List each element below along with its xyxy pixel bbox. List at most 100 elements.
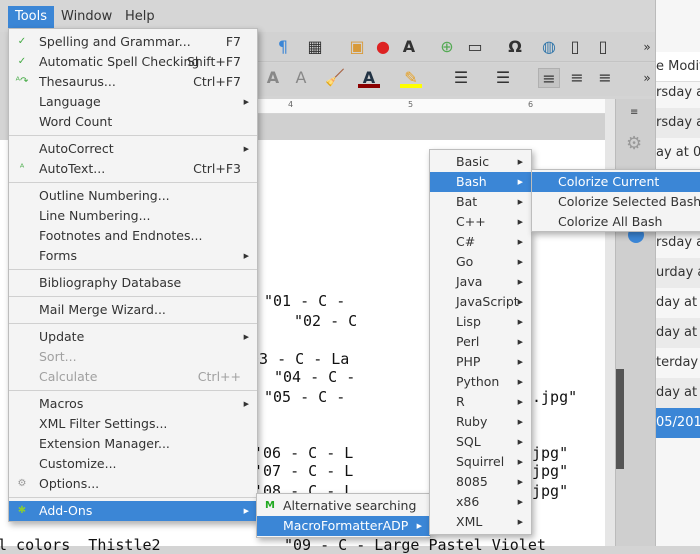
menu-item-macros[interactable]: Macros ▶ [9,394,257,414]
menu-item-extension-manager[interactable]: Extension Manager... [9,434,257,454]
menu-item-ruby[interactable]: Ruby ▶ [430,412,531,432]
special-character-icon[interactable]: Ω [504,37,526,57]
menu-item-options[interactable]: ⚙ Options... [9,474,257,494]
menu-item-java[interactable]: Java ▶ [430,272,531,292]
menu-item-colorize-all-bash[interactable]: Colorize All Bash [532,212,700,232]
menu-item-bat[interactable]: Bat ▶ [430,192,531,212]
menu-item-sql[interactable]: SQL ▶ [430,432,531,452]
menu-item-x86[interactable]: x86 ▶ [430,492,531,512]
menu-item-basic[interactable]: Basic ▶ [430,152,531,172]
menu-item-update[interactable]: Update ▶ [9,327,257,347]
menu-item-sort[interactable]: Sort... [9,347,257,367]
menu-window[interactable]: Window [54,6,119,28]
menu-help[interactable]: Help [118,6,162,28]
file-row[interactable]: urday at [656,258,700,288]
font-color-icon[interactable]: A [358,68,380,88]
file-row[interactable]: ay at 08 [656,138,700,168]
align-center-icon[interactable]: ≡ [566,68,588,88]
menu-item-label: Lisp [456,314,481,329]
sidebar-menu-icon[interactable]: ≡ [630,107,638,118]
menu-item-php[interactable]: PHP ▶ [430,352,531,372]
menu-item-language[interactable]: Language ▶ [9,92,257,112]
field-icon[interactable]: ▭ [464,37,486,57]
menu-item-c[interactable]: C++ ▶ [430,212,531,232]
file-row[interactable]: rsday at [656,78,700,108]
menu-item-label: Perl [456,334,480,349]
page-break-icon[interactable]: ⊕ [436,37,458,57]
menu-item-label: Colorize Selected Bash [558,194,700,209]
menu-item-colorize-current[interactable]: Colorize Current [532,172,700,192]
file-row[interactable]: day at 0 [656,378,700,408]
menu-item-calculate[interactable]: Calculate Ctrl++ [9,367,257,387]
menu-item-line-numbering[interactable]: Line Numbering... [9,206,257,226]
file-row[interactable]: day at 0 [656,288,700,318]
menu-item-autotext[interactable]: ᴬ AutoText... Ctrl+F3 [9,159,257,179]
chart-icon[interactable]: ● [372,37,394,57]
menu-item-go[interactable]: Go ▶ [430,252,531,272]
highlight-icon[interactable]: ✎ [400,68,422,88]
menu-item-spelling-and-grammar[interactable]: ✓ Spelling and Grammar... F7 [9,32,257,52]
formatting-marks-icon[interactable]: ¶ [272,37,294,57]
menu-item-autocorrect[interactable]: AutoCorrect ▶ [9,139,257,159]
menu-item-c[interactable]: C# ▶ [430,232,531,252]
menu-item-bibliography-database[interactable]: Bibliography Database [9,273,257,293]
vertical-scrollbar[interactable] [605,99,615,546]
menu-item-customize[interactable]: Customize... [9,454,257,474]
menu-item-label: C++ [456,214,486,229]
menu-item-alternative-searching[interactable]: M Alternative searching [257,496,430,516]
menu-item-label: Line Numbering... [39,208,151,223]
gear-icon[interactable]: ⚙ [626,133,642,154]
footnote-icon[interactable]: ▯ [564,37,586,57]
menu-item-footnotes-and-endnotes[interactable]: Footnotes and Endnotes... [9,226,257,246]
endnote-icon[interactable]: ▯ [592,37,614,57]
file-row-selected[interactable]: 05/2016 [656,408,700,438]
doc-line: jpg" [532,482,569,500]
shrink-font-icon[interactable]: A [290,68,312,88]
menu-item-squirrel[interactable]: Squirrel ▶ [430,452,531,472]
menu-item-bash[interactable]: Bash ▶ [430,172,531,192]
menu-item-word-count[interactable]: Word Count [9,112,257,132]
menu-item-javascript[interactable]: JavaScript ▶ [430,292,531,312]
menu-item-label: Thesaurus... [39,74,116,89]
menu-item-colorize-selected-bash[interactable]: Colorize Selected Bash [532,192,700,212]
menu-item-add-ons[interactable]: ✱ Add-Ons ▶ [9,501,257,521]
menu-item-thesaurus[interactable]: ᴬ↷ Thesaurus... Ctrl+F7 [9,72,257,92]
hyperlink-icon[interactable]: ◍ [538,37,560,57]
menu-item-xml-filter-settings[interactable]: XML Filter Settings... [9,414,257,434]
menu-item-perl[interactable]: Perl ▶ [430,332,531,352]
menu-item-macroformatteradp[interactable]: MacroFormatterADP ▶ [257,516,430,536]
menu-item-label: Word Count [39,114,113,129]
menu-item-automatic-spell-checking[interactable]: ✓ Automatic Spell Checking Shift+F7 [9,52,257,72]
submenu-arrow-icon: ▶ [517,458,523,466]
align-left-icon[interactable]: ≡ [538,68,560,88]
menu-tools[interactable]: Tools [8,6,55,28]
submenu-arrow-icon: ▶ [243,333,249,341]
table-icon[interactable]: ▦ [304,37,326,57]
menu-item-xml[interactable]: XML ▶ [430,512,531,532]
menu-item-mail-merge-wizard[interactable]: Mail Merge Wizard... [9,300,257,320]
submenu-arrow-icon: ▶ [243,145,249,153]
numbering-icon[interactable]: ☰ [492,68,514,88]
file-row[interactable]: rsday at [656,228,700,258]
submenu-arrow-icon: ▶ [243,507,249,515]
ruler[interactable]: 4 5 6 [258,99,608,113]
submenu-arrow-icon: ▶ [416,522,422,530]
bullets-icon[interactable]: ☰ [450,68,472,88]
shortcut-label: Ctrl++ [197,369,241,384]
clear-formatting-icon[interactable]: 🧹 [324,68,346,88]
grow-font-icon[interactable]: A [262,68,284,88]
image-icon[interactable]: ▣ [346,37,368,57]
textbox-icon[interactable]: A [398,37,420,57]
menu-item-python[interactable]: Python ▶ [430,372,531,392]
menu-item-r[interactable]: R ▶ [430,392,531,412]
sidebar-handle[interactable] [616,369,624,469]
file-row[interactable]: day at 0 [656,318,700,348]
file-row[interactable]: terday a [656,348,700,378]
menu-item-8085[interactable]: 8085 ▶ [430,472,531,492]
align-right-icon[interactable]: ≡ [594,68,616,88]
menu-item-outline-numbering[interactable]: Outline Numbering... [9,186,257,206]
menu-item-forms[interactable]: Forms ▶ [9,246,257,266]
file-row[interactable]: rsday at [656,108,700,138]
menu-separator [9,135,257,136]
menu-item-lisp[interactable]: Lisp ▶ [430,312,531,332]
